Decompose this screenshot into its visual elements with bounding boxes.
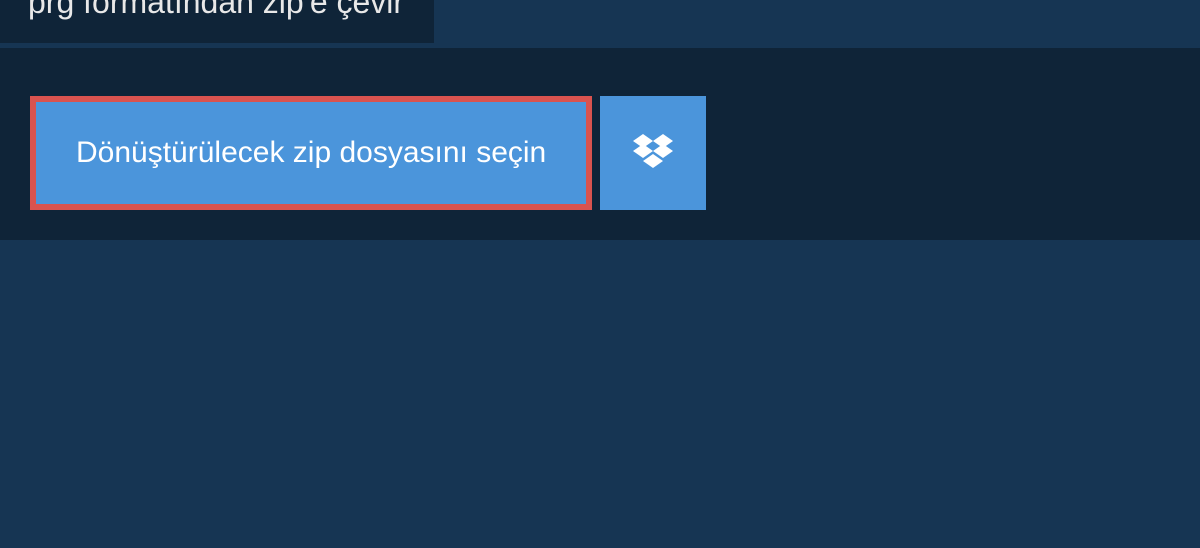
upload-row: Dönüştürülecek zip dosyasını seçin <box>0 66 1200 210</box>
dropbox-icon <box>633 134 673 172</box>
file-select-button[interactable]: Dönüştürülecek zip dosyasını seçin <box>30 96 592 210</box>
converter-panel: prg formatından zip'e çevir Dönüştürülec… <box>0 48 1200 240</box>
dropbox-button[interactable] <box>600 96 706 210</box>
tab-title: prg formatından zip'e çevir <box>0 0 434 43</box>
